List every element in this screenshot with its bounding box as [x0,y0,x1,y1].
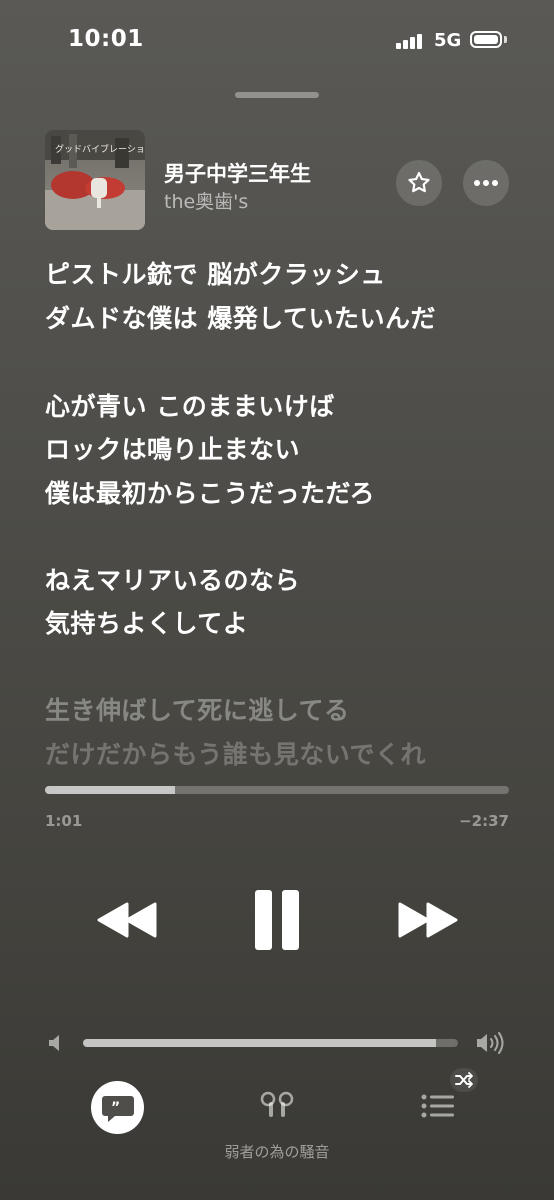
network-label: 5G [434,30,462,51]
shuffle-icon [455,1072,473,1088]
volume-high-icon [475,1030,507,1060]
lyric-line-upcoming[interactable]: だけだからもう誰も見ないでくれ [45,735,426,771]
lyric-line[interactable]: 心が青い このままいけば [45,387,335,423]
lyric-line-current[interactable]: ねえマリアいるのなら [45,561,300,597]
queue-list-icon [421,1094,454,1118]
volume-low-icon [47,1033,63,1057]
signal-icon [396,33,426,49]
ellipsis-icon [474,180,498,186]
queue-button[interactable] [420,1091,456,1125]
lyric-line[interactable]: ピストル銃で 脳がクラッシュ [45,255,386,291]
lyrics-bubble-icon: ” [101,1095,134,1122]
volume-level-fill [83,1039,436,1047]
song-title[interactable]: 男子中学三年生 [164,158,311,188]
battery-icon [470,31,502,48]
favorite-button[interactable] [396,160,442,206]
rewind-button[interactable] [95,900,159,940]
lyric-line-upcoming[interactable]: 生き伸ばして死に逃してる [45,691,350,727]
output-device-label[interactable]: 弱者の為の騒音 [0,1141,554,1162]
elapsed-time: 1:01 [45,812,83,830]
airpods-icon [260,1091,294,1117]
lyrics-button[interactable]: ” [91,1081,144,1134]
volume-slider[interactable] [83,1039,458,1047]
playback-scrubber[interactable] [45,786,509,794]
airplay-button[interactable] [256,1090,298,1124]
svg-text:”: ” [111,1100,120,1116]
lyric-line[interactable]: 僕は最初からこうだっただろ [45,474,375,510]
more-button[interactable] [463,160,509,206]
album-art-text: グッドバイブレーション [55,143,145,155]
pause-button[interactable] [252,890,302,950]
star-icon [408,171,430,193]
sheet-grabber[interactable] [235,92,319,98]
rewind-icon [97,902,157,938]
lyric-line[interactable]: ダムドな僕は 爆発していたいんだ [45,299,436,335]
song-artist[interactable]: the奥歯's [164,187,248,214]
shuffle-badge [450,1068,478,1092]
fast-forward-icon [398,902,458,938]
album-art[interactable]: グッドバイブレーション [45,130,145,230]
remaining-time: −2:37 [459,812,509,830]
playback-progress-fill [45,786,175,794]
lyric-line[interactable]: ロックは鳴り止まない [45,430,300,466]
lyric-line-current[interactable]: 気持ちよくしてよ [45,604,248,640]
status-time: 10:01 [68,26,144,52]
fast-forward-button[interactable] [396,900,460,940]
battery-tip [504,36,507,43]
